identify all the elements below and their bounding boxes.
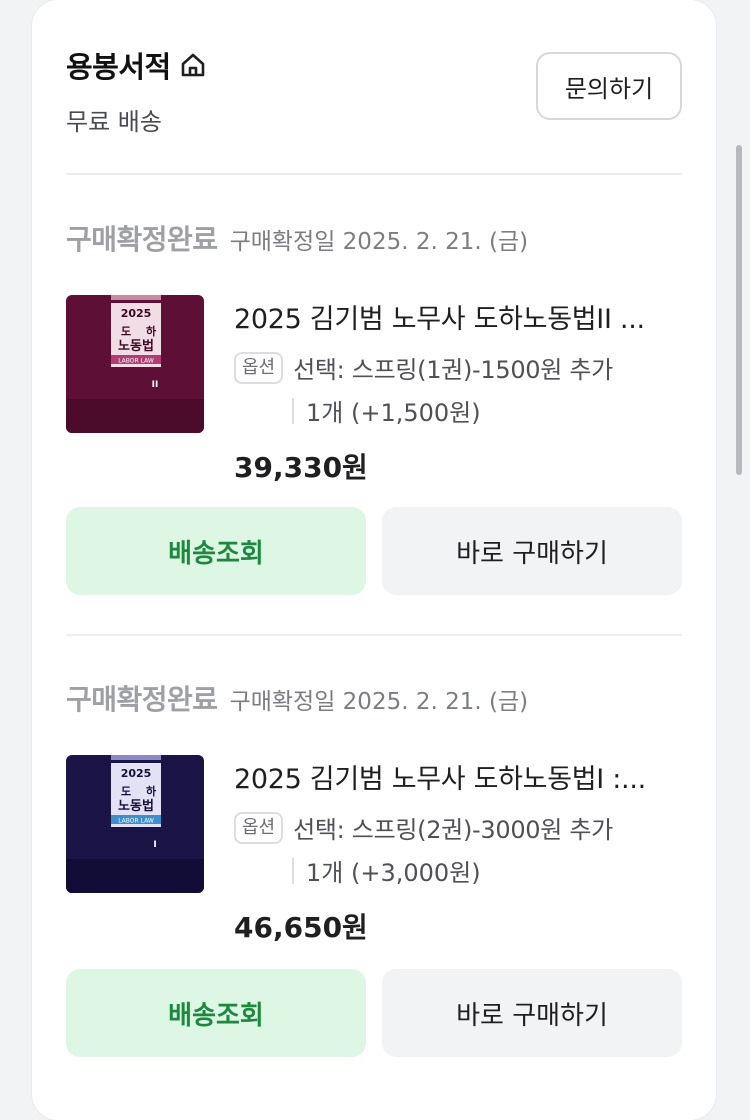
cover-vol: II xyxy=(152,380,159,390)
quantity-text: 1개 (+3,000원) xyxy=(306,859,481,887)
cover-vol: I xyxy=(153,840,156,850)
product-row[interactable]: 2025 도 하 노동법 LABOR LAW I 2025 김기범 노무사 도하… xyxy=(66,755,682,945)
track-delivery-button[interactable]: 배송조회 xyxy=(66,507,366,595)
option-text: 선택: 스프링(1권)-1500원 추가 xyxy=(293,356,613,384)
home-icon[interactable] xyxy=(179,51,207,79)
product-title[interactable]: 2025 김기범 노무사 도하노동법I :... xyxy=(234,757,684,796)
status-row: 구매확정완료 구매확정일 2025. 2. 21. (금) xyxy=(66,678,682,718)
cover-band: LABOR LAW xyxy=(118,358,154,365)
status-row: 구매확정완료 구매확정일 2025. 2. 21. (금) xyxy=(66,218,682,258)
confirm-date: 구매확정일 2025. 2. 21. (금) xyxy=(229,689,529,715)
cover-text-a: 도 xyxy=(121,785,131,798)
order-card: 용봉서적 무료 배송 문의하기 구매확정완료 구매확정일 2025. 2. 21… xyxy=(32,0,716,1120)
product-thumbnail[interactable]: 2025 도 하 노동법 LABOR LAW I xyxy=(66,755,204,893)
buy-again-button[interactable]: 바로 구매하기 xyxy=(382,969,682,1057)
inquiry-button[interactable]: 문의하기 xyxy=(536,52,682,120)
quantity-row: 1개 (+3,000원) xyxy=(292,853,684,888)
order-item: 구매확정완료 구매확정일 2025. 2. 21. (금) 2025 도 하 노… xyxy=(66,218,682,595)
buy-again-button[interactable]: 바로 구매하기 xyxy=(382,507,682,595)
track-delivery-button[interactable]: 배송조회 xyxy=(66,969,366,1057)
shop-header: 용봉서적 무료 배송 문의하기 xyxy=(66,44,682,136)
confirm-date: 구매확정일 2025. 2. 21. (금) xyxy=(229,229,529,255)
divider xyxy=(66,173,682,175)
product-price: 46,650원 xyxy=(234,911,368,944)
option-row: 옵션 선택: 스프링(2권)-3000원 추가 xyxy=(234,810,684,845)
cover-text-a: 도 xyxy=(121,325,131,338)
shop-name[interactable]: 용봉서적 xyxy=(66,44,171,86)
product-thumbnail[interactable]: 2025 도 하 노동법 LABOR LAW II xyxy=(66,295,204,433)
product-info: 2025 김기범 노무사 도하노동법II ... 옵션 선택: 스프링(1권)-… xyxy=(234,297,684,486)
option-row: 옵션 선택: 스프링(1권)-1500원 추가 xyxy=(234,350,684,385)
option-tag: 옵션 xyxy=(234,351,284,384)
product-title[interactable]: 2025 김기범 노무사 도하노동법II ... xyxy=(234,297,684,336)
cover-band: LABOR LAW xyxy=(118,818,154,825)
order-item: 구매확정완료 구매확정일 2025. 2. 21. (금) 2025 도 하 노… xyxy=(66,678,682,1057)
option-tag: 옵션 xyxy=(234,811,284,844)
product-price: 39,330원 xyxy=(234,451,368,484)
action-buttons: 배송조회 바로 구매하기 xyxy=(66,507,682,595)
order-status: 구매확정완료 xyxy=(66,683,218,716)
cover-text-b: 하 xyxy=(146,324,157,338)
product-info: 2025 김기범 노무사 도하노동법I :... 옵션 선택: 스프링(2권)-… xyxy=(234,757,684,946)
product-row[interactable]: 2025 도 하 노동법 LABOR LAW II 2025 김기범 노무사 도… xyxy=(66,295,682,485)
quantity-divider xyxy=(292,857,294,884)
cover-title: 노동법 xyxy=(118,798,154,814)
divider xyxy=(66,634,682,636)
cover-title: 노동법 xyxy=(118,338,154,354)
option-text: 선택: 스프링(2권)-3000원 추가 xyxy=(293,816,613,844)
action-buttons: 배송조회 바로 구매하기 xyxy=(66,969,682,1057)
quantity-row: 1개 (+1,500원) xyxy=(292,393,684,428)
quantity-divider xyxy=(292,397,294,424)
cover-text-b: 하 xyxy=(146,784,157,798)
cover-year: 2025 xyxy=(121,307,152,320)
order-status: 구매확정완료 xyxy=(66,223,218,256)
cover-year: 2025 xyxy=(121,767,152,780)
scrollbar[interactable] xyxy=(736,145,742,475)
quantity-text: 1개 (+1,500원) xyxy=(306,399,481,427)
